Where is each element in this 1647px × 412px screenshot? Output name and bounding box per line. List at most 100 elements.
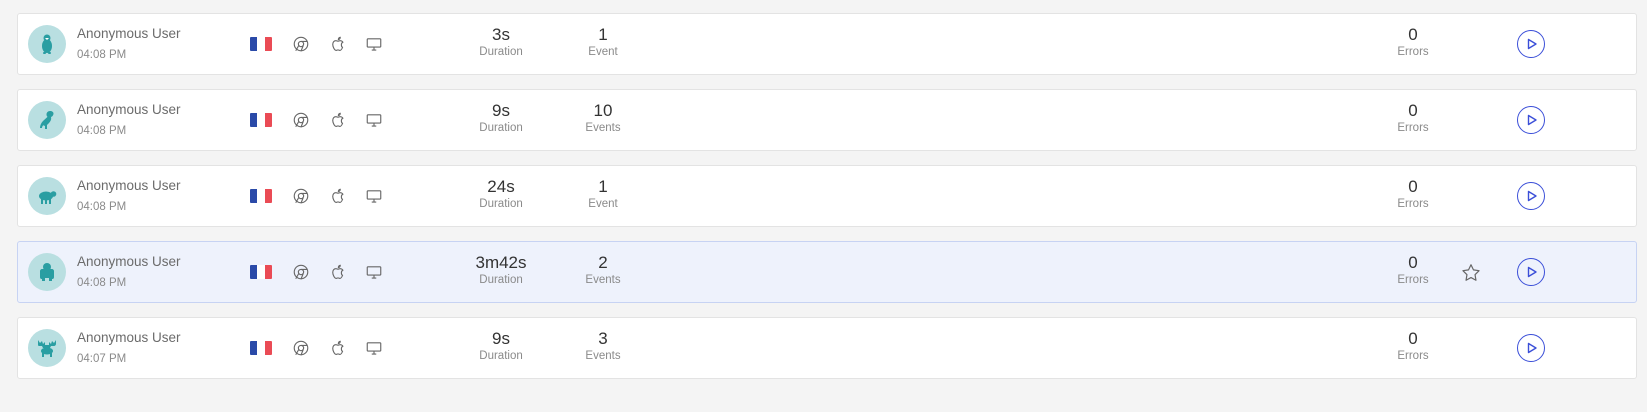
errors-value: 0 bbox=[1408, 253, 1418, 272]
play-button[interactable] bbox=[1517, 182, 1545, 210]
apple-icon bbox=[328, 110, 348, 130]
desktop-icon bbox=[364, 34, 384, 54]
flag-red-stripe bbox=[264, 341, 272, 355]
duration-stat: 3s Duration bbox=[456, 25, 546, 59]
play-button[interactable] bbox=[1517, 334, 1545, 362]
flag-blue-stripe bbox=[250, 189, 258, 203]
errors-stat: 0 Errors bbox=[1383, 101, 1443, 135]
gorilla-icon bbox=[40, 263, 54, 281]
flag-white-stripe bbox=[257, 113, 265, 127]
session-time: 04:08 PM bbox=[77, 125, 127, 137]
play-icon bbox=[1527, 114, 1537, 126]
star-icon[interactable] bbox=[1458, 260, 1484, 286]
session-row[interactable]: Anonymous User 04:08 PM 3s Duration 1 Ev… bbox=[17, 13, 1637, 75]
session-row[interactable]: Anonymous User 04:07 PM 9s Duration 3 Ev… bbox=[17, 317, 1637, 379]
flag-blue-stripe bbox=[250, 37, 258, 51]
events-label: Events bbox=[585, 350, 621, 362]
errors-label: Errors bbox=[1397, 198, 1429, 210]
events-value: 2 bbox=[598, 253, 608, 272]
events-value: 10 bbox=[593, 101, 613, 120]
session-row[interactable]: Anonymous User 04:08 PM 24s Duration 1 E… bbox=[17, 165, 1637, 227]
desktop-icon bbox=[364, 262, 384, 282]
duration-label: Duration bbox=[479, 350, 523, 362]
flag-white-stripe bbox=[257, 189, 265, 203]
penguin-icon bbox=[42, 34, 52, 54]
events-stat: 3 Events bbox=[573, 329, 633, 363]
user-name[interactable]: Anonymous User bbox=[77, 102, 181, 117]
flag-white-stripe bbox=[257, 265, 265, 279]
session-list: Anonymous User 04:08 PM 3s Duration 1 Ev… bbox=[0, 0, 1647, 412]
play-icon bbox=[1527, 38, 1537, 50]
avatar bbox=[28, 329, 66, 367]
france-flag bbox=[250, 37, 272, 51]
errors-label: Errors bbox=[1397, 274, 1429, 286]
errors-value: 0 bbox=[1408, 101, 1418, 120]
errors-label: Errors bbox=[1397, 122, 1429, 134]
events-value: 1 bbox=[598, 25, 608, 44]
duration-stat: 9s Duration bbox=[456, 329, 546, 363]
session-time: 04:08 PM bbox=[77, 49, 127, 61]
duration-label: Duration bbox=[479, 198, 523, 210]
play-button[interactable] bbox=[1517, 30, 1545, 58]
desktop-icon bbox=[364, 110, 384, 130]
chrome-icon bbox=[291, 262, 311, 282]
bird-icon bbox=[40, 111, 54, 129]
events-value: 1 bbox=[598, 177, 608, 196]
events-label: Events bbox=[585, 274, 621, 286]
chrome-icon bbox=[291, 186, 311, 206]
flag-white-stripe bbox=[257, 37, 265, 51]
apple-icon bbox=[328, 262, 348, 282]
events-label: Event bbox=[588, 46, 618, 58]
user-name[interactable]: Anonymous User bbox=[77, 178, 181, 193]
errors-stat: 0 Errors bbox=[1383, 253, 1443, 287]
duration-value: 9s bbox=[492, 329, 510, 348]
apple-icon bbox=[328, 338, 348, 358]
france-flag bbox=[250, 341, 272, 355]
errors-value: 0 bbox=[1408, 25, 1418, 44]
errors-stat: 0 Errors bbox=[1383, 329, 1443, 363]
moose-icon bbox=[38, 340, 56, 357]
duration-label: Duration bbox=[479, 122, 523, 134]
duration-label: Duration bbox=[479, 274, 523, 286]
flag-red-stripe bbox=[264, 37, 272, 51]
avatar bbox=[28, 253, 66, 291]
avatar bbox=[28, 25, 66, 63]
duration-value: 3s bbox=[492, 25, 510, 44]
flag-blue-stripe bbox=[250, 265, 258, 279]
sheep-icon bbox=[39, 191, 57, 204]
chrome-icon bbox=[291, 110, 311, 130]
errors-value: 0 bbox=[1408, 177, 1418, 196]
france-flag bbox=[250, 265, 272, 279]
user-name[interactable]: Anonymous User bbox=[77, 26, 181, 41]
duration-stat: 24s Duration bbox=[456, 177, 546, 211]
play-icon bbox=[1527, 266, 1537, 278]
errors-stat: 0 Errors bbox=[1383, 177, 1443, 211]
france-flag bbox=[250, 113, 272, 127]
events-label: Event bbox=[588, 198, 618, 210]
events-label: Events bbox=[585, 122, 621, 134]
france-flag bbox=[250, 189, 272, 203]
flag-blue-stripe bbox=[250, 113, 258, 127]
play-button[interactable] bbox=[1517, 106, 1545, 134]
user-name[interactable]: Anonymous User bbox=[77, 254, 181, 269]
events-stat: 2 Events bbox=[573, 253, 633, 287]
apple-icon bbox=[328, 186, 348, 206]
errors-stat: 0 Errors bbox=[1383, 25, 1443, 59]
events-value: 3 bbox=[598, 329, 608, 348]
user-name[interactable]: Anonymous User bbox=[77, 330, 181, 345]
chrome-icon bbox=[291, 34, 311, 54]
avatar bbox=[28, 101, 66, 139]
chrome-icon bbox=[291, 338, 311, 358]
session-time: 04:07 PM bbox=[77, 353, 127, 365]
flag-red-stripe bbox=[264, 265, 272, 279]
play-icon bbox=[1527, 342, 1537, 354]
desktop-icon bbox=[364, 338, 384, 358]
events-stat: 10 Events bbox=[573, 101, 633, 135]
flag-red-stripe bbox=[264, 113, 272, 127]
errors-label: Errors bbox=[1397, 46, 1429, 58]
flag-white-stripe bbox=[257, 341, 265, 355]
duration-value: 9s bbox=[492, 101, 510, 120]
session-row[interactable]: Anonymous User 04:08 PM 3m42s Duration 2… bbox=[17, 241, 1637, 303]
session-row[interactable]: Anonymous User 04:08 PM 9s Duration 10 E… bbox=[17, 89, 1637, 151]
play-button[interactable] bbox=[1517, 258, 1545, 286]
